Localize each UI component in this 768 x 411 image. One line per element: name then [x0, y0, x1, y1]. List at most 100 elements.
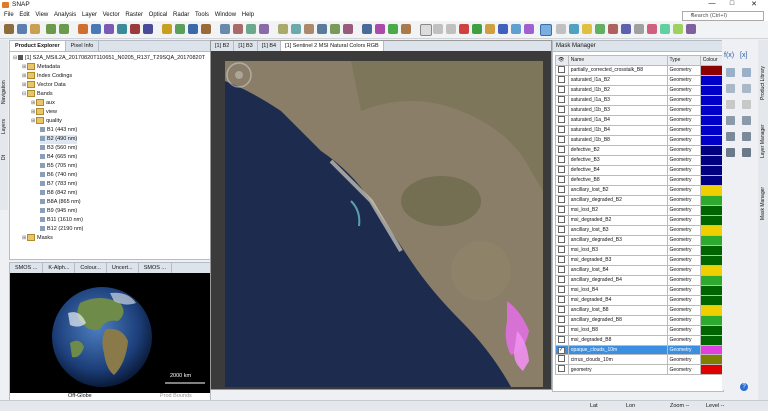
vector-icon[interactable] — [362, 24, 372, 34]
masks-node[interactable]: ⊞ Masks — [22, 234, 53, 243]
checkbox[interactable] — [558, 215, 565, 223]
mask-row[interactable]: ancillary_lost_B4 Geometry — [555, 264, 724, 276]
magic-select-icon[interactable] — [569, 24, 579, 34]
checkbox[interactable] — [558, 65, 565, 73]
mask-colour-swatch[interactable] — [699, 214, 724, 226]
mask-row[interactable]: ✓ opaque_clouds_10m Geometry — [555, 344, 724, 356]
mask-colour-swatch[interactable] — [699, 244, 724, 256]
mask-row[interactable]: saturated_l1b_B8 Geometry — [555, 134, 724, 146]
mask-row[interactable]: msi_lost_B8 Geometry — [555, 324, 724, 336]
measure-icon[interactable] — [686, 24, 696, 34]
menu-window[interactable]: Window — [215, 10, 236, 21]
histogram-icon[interactable] — [104, 24, 114, 34]
mask-colour-swatch[interactable] — [699, 224, 724, 236]
checkbox[interactable] — [558, 75, 565, 83]
redo-icon[interactable] — [59, 24, 69, 34]
help-icon[interactable]: ? — [740, 383, 748, 391]
menu-tools[interactable]: Tools — [195, 10, 209, 21]
delete-mask-icon[interactable] — [742, 116, 751, 125]
mask-colour-swatch[interactable] — [699, 314, 724, 326]
checkbox[interactable] — [558, 205, 565, 213]
tab-k-alph[interactable]: K-Alph... — [43, 263, 76, 273]
mask-row[interactable]: msi_degraded_B2 Geometry — [555, 214, 724, 226]
intersection-icon[interactable] — [726, 84, 735, 93]
scatter-plot-icon[interactable] — [220, 24, 230, 34]
mask-colour-swatch[interactable] — [699, 134, 724, 146]
minimize-button[interactable]: — — [704, 0, 720, 7]
mask-row[interactable]: saturated_l1b_B4 Geometry — [555, 124, 724, 136]
magic-wand-icon[interactable] — [388, 24, 398, 34]
band-b9[interactable]: B9 (945 nm) — [40, 207, 77, 216]
mask-visibility-checkbox[interactable] — [555, 184, 569, 196]
mask-row[interactable]: ancillary_lost_B3 Geometry — [555, 224, 724, 236]
mask-visibility-checkbox[interactable] — [555, 104, 569, 116]
time-icon[interactable] — [582, 24, 592, 34]
mask-colour-swatch[interactable] — [699, 264, 724, 276]
mask-colour-swatch[interactable] — [699, 94, 724, 106]
mask-colour-swatch[interactable] — [699, 204, 724, 216]
tab-b2[interactable]: [1] B2 — [211, 41, 235, 51]
mask-colour-swatch[interactable] — [699, 194, 724, 206]
menu-layer[interactable]: Layer — [82, 10, 97, 21]
menu-vector[interactable]: Vector — [103, 10, 120, 21]
checkbox[interactable]: ✓ — [558, 346, 565, 354]
mask-row[interactable]: cirrus_clouds_10m Geometry — [555, 354, 724, 366]
checkbox[interactable] — [558, 185, 565, 193]
zoom-mask-icon[interactable] — [742, 148, 751, 157]
tab-pixel-info[interactable]: Pixel Info — [66, 41, 100, 51]
mask-visibility-checkbox[interactable] — [555, 264, 569, 276]
checkbox[interactable] — [558, 305, 565, 313]
pixel-icon[interactable] — [375, 24, 385, 34]
mask-row[interactable]: ancillary_lost_B8 Geometry — [555, 304, 724, 316]
checkbox[interactable] — [558, 335, 565, 343]
mask-row[interactable]: ancillary_lost_B2 Geometry — [555, 184, 724, 196]
unmix-icon[interactable] — [634, 24, 644, 34]
export-icon[interactable] — [30, 24, 40, 34]
tab-b4[interactable]: [1] B4 — [258, 41, 282, 51]
checkbox[interactable] — [558, 275, 565, 283]
mask-row[interactable]: msi_degraded_B8 Geometry — [555, 334, 724, 346]
mask-visibility-checkbox[interactable] — [555, 204, 569, 216]
mask-colour-swatch[interactable] — [699, 364, 724, 376]
complement-icon[interactable] — [726, 100, 735, 109]
bands-node[interactable]: ⊟ Bands — [22, 90, 53, 99]
checkbox[interactable] — [558, 155, 565, 163]
mask-row[interactable]: saturated_l1a_B2 Geometry — [555, 74, 724, 86]
side-tab-navigation[interactable]: Navigation — [1, 80, 7, 104]
mask-visibility-checkbox[interactable] — [555, 324, 569, 336]
checkbox[interactable] — [558, 355, 565, 363]
mask-visibility-checkbox[interactable] — [555, 334, 569, 346]
mask-colour-swatch[interactable] — [699, 324, 724, 336]
checkbox[interactable] — [558, 245, 565, 253]
mask-row[interactable]: msi_lost_B2 Geometry — [555, 204, 724, 216]
maximize-button[interactable]: □ — [724, 0, 740, 7]
batch-icon[interactable] — [175, 24, 185, 34]
pin-icon[interactable] — [130, 24, 140, 34]
tab-product-explorer[interactable]: Product Explorer — [10, 41, 66, 51]
profile-plot-icon[interactable] — [201, 24, 211, 34]
mask-visibility-checkbox[interactable] — [555, 164, 569, 176]
range-mask-icon[interactable]: [x] — [740, 52, 747, 59]
mask-colour-swatch[interactable] — [699, 114, 724, 126]
mask-visibility-checkbox[interactable] — [555, 154, 569, 166]
undo-icon[interactable] — [46, 24, 56, 34]
import-mask-icon[interactable] — [726, 132, 735, 141]
mask-row[interactable]: msi_lost_B3 Geometry — [555, 244, 724, 256]
select-tool-icon[interactable] — [420, 24, 432, 36]
layer-editor-icon[interactable] — [330, 24, 340, 34]
mask-row[interactable]: defective_B8 Geometry — [555, 174, 724, 186]
menu-view[interactable]: View — [35, 10, 48, 21]
gcp-icon[interactable] — [278, 24, 288, 34]
mask-row[interactable]: defective_B2 Geometry — [555, 144, 724, 156]
sync-views-icon[interactable] — [304, 24, 314, 34]
mask-row[interactable]: ancillary_degraded_B4 Geometry — [555, 274, 724, 286]
world-map-icon[interactable] — [188, 24, 198, 34]
mask-visibility-checkbox[interactable] — [555, 254, 569, 266]
difference-icon[interactable] — [742, 84, 751, 93]
band-b8[interactable]: B8 (842 nm) — [40, 189, 77, 198]
rgb-image-icon[interactable] — [91, 24, 101, 34]
index-codings-node[interactable]: ⊞ Index Codings — [22, 72, 72, 81]
mask-visibility-checkbox[interactable] — [555, 294, 569, 306]
graph-builder-icon[interactable] — [162, 24, 172, 34]
band-b2[interactable]: B2 (490 nm) — [40, 135, 78, 144]
